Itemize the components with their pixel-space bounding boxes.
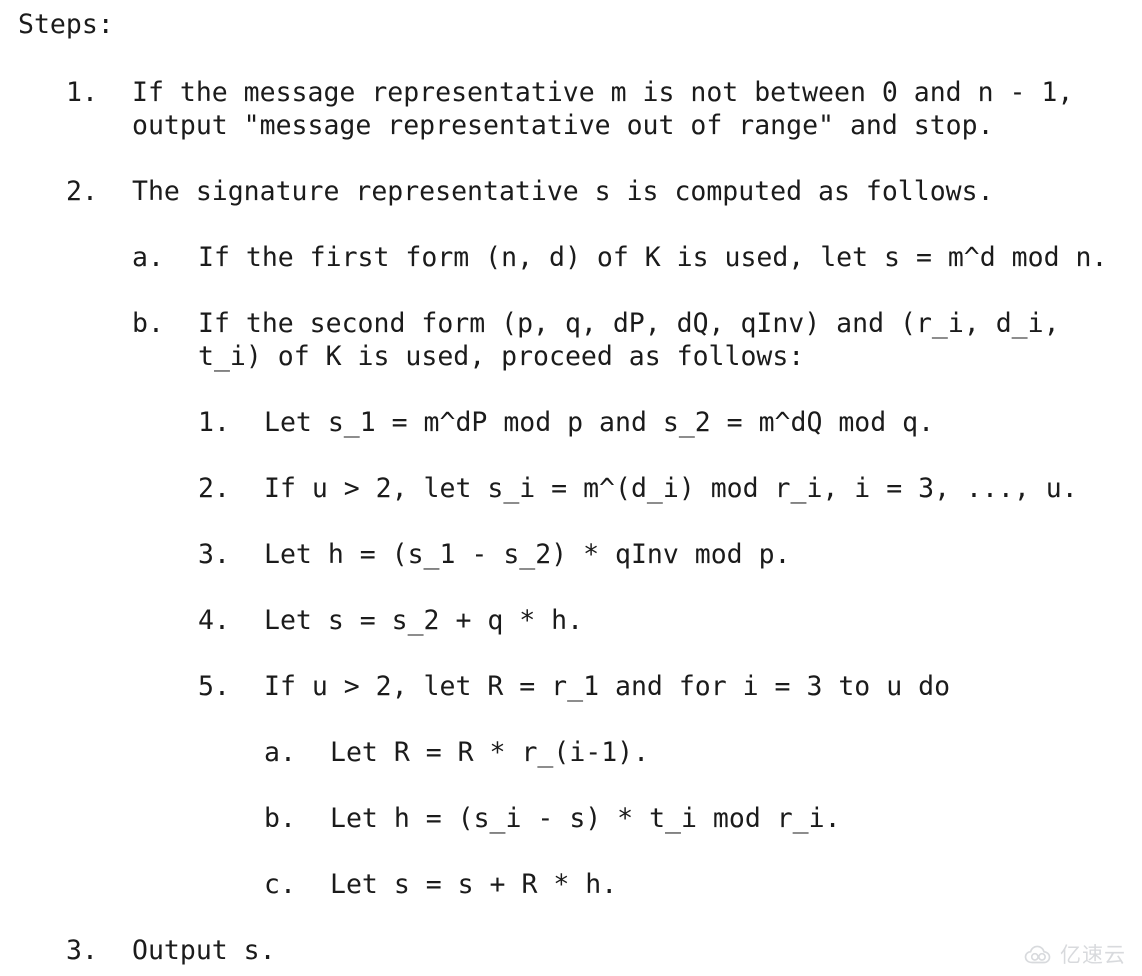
list-item-body: If the message representative m is not b… bbox=[132, 76, 1073, 142]
list-item: 1. Let s_1 = m^dP mod p and s_2 = m^dQ mo… bbox=[198, 406, 934, 439]
list-item-marker: 2. bbox=[66, 176, 98, 207]
list-item-marker: a. bbox=[132, 242, 164, 273]
list-item-body: If u > 2, let s_i = m^(d_i) mod r_i, i =… bbox=[264, 472, 1078, 505]
list-item-marker: 3. bbox=[198, 539, 230, 570]
list-item: a. Let R = R * r_(i-1). bbox=[264, 736, 649, 769]
list-item: 2. If u > 2, let s_i = m^(d_i) mod r_i, i… bbox=[198, 472, 1078, 505]
list-item-line: If u > 2, let s_i = m^(d_i) mod r_i, i =… bbox=[264, 473, 1078, 504]
list-item-line: The signature representative s is comput… bbox=[132, 176, 994, 207]
list-item-marker: 1. bbox=[198, 407, 230, 438]
list-item-line: Output s. bbox=[132, 935, 276, 966]
list-item-line: t_i) of K is used, proceed as follows: bbox=[198, 341, 805, 372]
watermark-text: 亿速云 bbox=[1060, 943, 1126, 967]
list-item: 5. If u > 2, let R = r_1 and for i = 3 to… bbox=[198, 670, 950, 703]
list-item-body: If the second form (p, q, dP, dQ, qInv) … bbox=[198, 307, 1060, 373]
list-item-marker: b. bbox=[132, 308, 164, 339]
list-item-marker: 4. bbox=[198, 605, 230, 636]
list-item: 2. The signature representative s is comp… bbox=[66, 175, 994, 208]
list-item: b. If the second form (p, q, dP, dQ, qInv… bbox=[132, 307, 1060, 373]
list-item-body: Let s = s_2 + q * h. bbox=[264, 604, 583, 637]
list-item-body: Let R = R * r_(i-1). bbox=[330, 736, 649, 769]
list-item: 1. If the message representative m is not… bbox=[66, 76, 1073, 142]
document-page: Steps: 1. If the message representative m… bbox=[0, 0, 1142, 976]
list-item-line: If the message representative m is not b… bbox=[132, 77, 1074, 108]
list-item-line: Let R = R * r_(i-1). bbox=[330, 737, 650, 768]
list-item-line: If the second form (p, q, dP, dQ, qInv) … bbox=[198, 308, 1060, 339]
list-item-marker: c. bbox=[264, 869, 296, 900]
cloud-icon bbox=[1024, 944, 1054, 966]
list-item: b. Let h = (s_i - s) * t_i mod r_i. bbox=[264, 802, 841, 835]
list-item-line: output "message representative out of ra… bbox=[132, 110, 994, 141]
list-item-line: Let h = (s_i - s) * t_i mod r_i. bbox=[330, 803, 841, 834]
list-item-line: Let s_1 = m^dP mod p and s_2 = m^dQ mod … bbox=[264, 407, 935, 438]
list-item-body: Output s. bbox=[132, 934, 276, 967]
list-item-body: Let s_1 = m^dP mod p and s_2 = m^dQ mod … bbox=[264, 406, 934, 439]
list-item-marker: 2. bbox=[198, 473, 230, 504]
list-item-marker: a. bbox=[264, 737, 296, 768]
list-item-body: If the first form (n, d) of K is used, l… bbox=[198, 241, 1107, 274]
list-item: c. Let s = s + R * h. bbox=[264, 868, 617, 901]
list-item: 3. Let h = (s_1 - s_2) * qInv mod p. bbox=[198, 538, 791, 571]
list-item-body: If u > 2, let R = r_1 and for i = 3 to u… bbox=[264, 670, 950, 703]
list-item-body: Let s = s + R * h. bbox=[330, 868, 617, 901]
list-item: a. If the first form (n, d) of K is used,… bbox=[132, 241, 1107, 274]
list-item-line: If u > 2, let R = r_1 and for i = 3 to u… bbox=[264, 671, 951, 702]
list-item-body: Let h = (s_i - s) * t_i mod r_i. bbox=[330, 802, 841, 835]
list-item: 3. Output s. bbox=[66, 934, 276, 967]
list-item-marker: b. bbox=[264, 803, 296, 834]
watermark: 亿速云 bbox=[1024, 944, 1126, 966]
list-item-body: Let h = (s_1 - s_2) * qInv mod p. bbox=[264, 538, 791, 571]
page-title: Steps: bbox=[18, 9, 114, 40]
list-item-marker: 1. bbox=[66, 77, 98, 108]
list-item-line: Let h = (s_1 - s_2) * qInv mod p. bbox=[264, 539, 791, 570]
list-item-line: Let s = s + R * h. bbox=[330, 869, 618, 900]
list-item-line: Let s = s_2 + q * h. bbox=[264, 605, 584, 636]
list-item-marker: 5. bbox=[198, 671, 230, 702]
list-item-line: If the first form (n, d) of K is used, l… bbox=[198, 242, 1108, 273]
list-item-marker: 3. bbox=[66, 935, 98, 966]
list-item-body: The signature representative s is comput… bbox=[132, 175, 994, 208]
list-item: 4. Let s = s_2 + q * h. bbox=[198, 604, 583, 637]
